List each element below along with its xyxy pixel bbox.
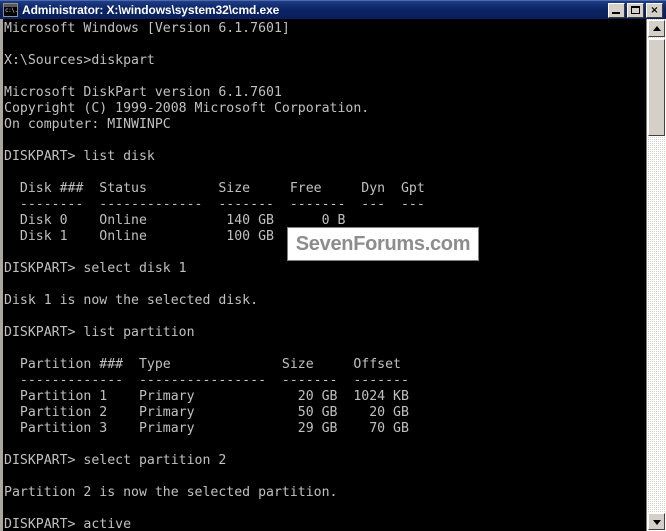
scroll-up-arrow[interactable] <box>648 20 665 37</box>
triangle-down-icon <box>652 519 661 525</box>
title-bar[interactable]: c:\. Administrator: X:\windows\system32\… <box>0 0 666 19</box>
cmd-prompt-icon[interactable]: c:\. <box>3 3 18 17</box>
triangle-up-icon <box>652 25 661 31</box>
icon-glyph-text: c:\. <box>5 7 18 14</box>
minimize-button[interactable] <box>608 3 625 18</box>
vertical-scrollbar[interactable] <box>646 19 666 531</box>
window-title: Administrator: X:\windows\system32\cmd.e… <box>22 3 280 17</box>
close-button[interactable]: × <box>646 3 663 18</box>
watermark-overlay: SevenForums.com <box>288 228 478 260</box>
scroll-thumb[interactable] <box>648 39 665 136</box>
window-controls: × <box>608 3 663 18</box>
maximize-button[interactable] <box>627 3 644 18</box>
maximize-icon <box>631 6 640 14</box>
watermark-label: SevenForums.com <box>295 232 471 255</box>
minimize-icon <box>612 12 620 14</box>
console-output-area[interactable]: Microsoft Windows [Version 6.1.7601] X:\… <box>0 19 666 531</box>
cmd-window: c:\. Administrator: X:\windows\system32\… <box>0 0 666 531</box>
console-text: Microsoft Windows [Version 6.1.7601] X:\… <box>4 21 425 531</box>
scroll-down-arrow[interactable] <box>648 513 665 530</box>
close-icon: × <box>650 5 659 16</box>
